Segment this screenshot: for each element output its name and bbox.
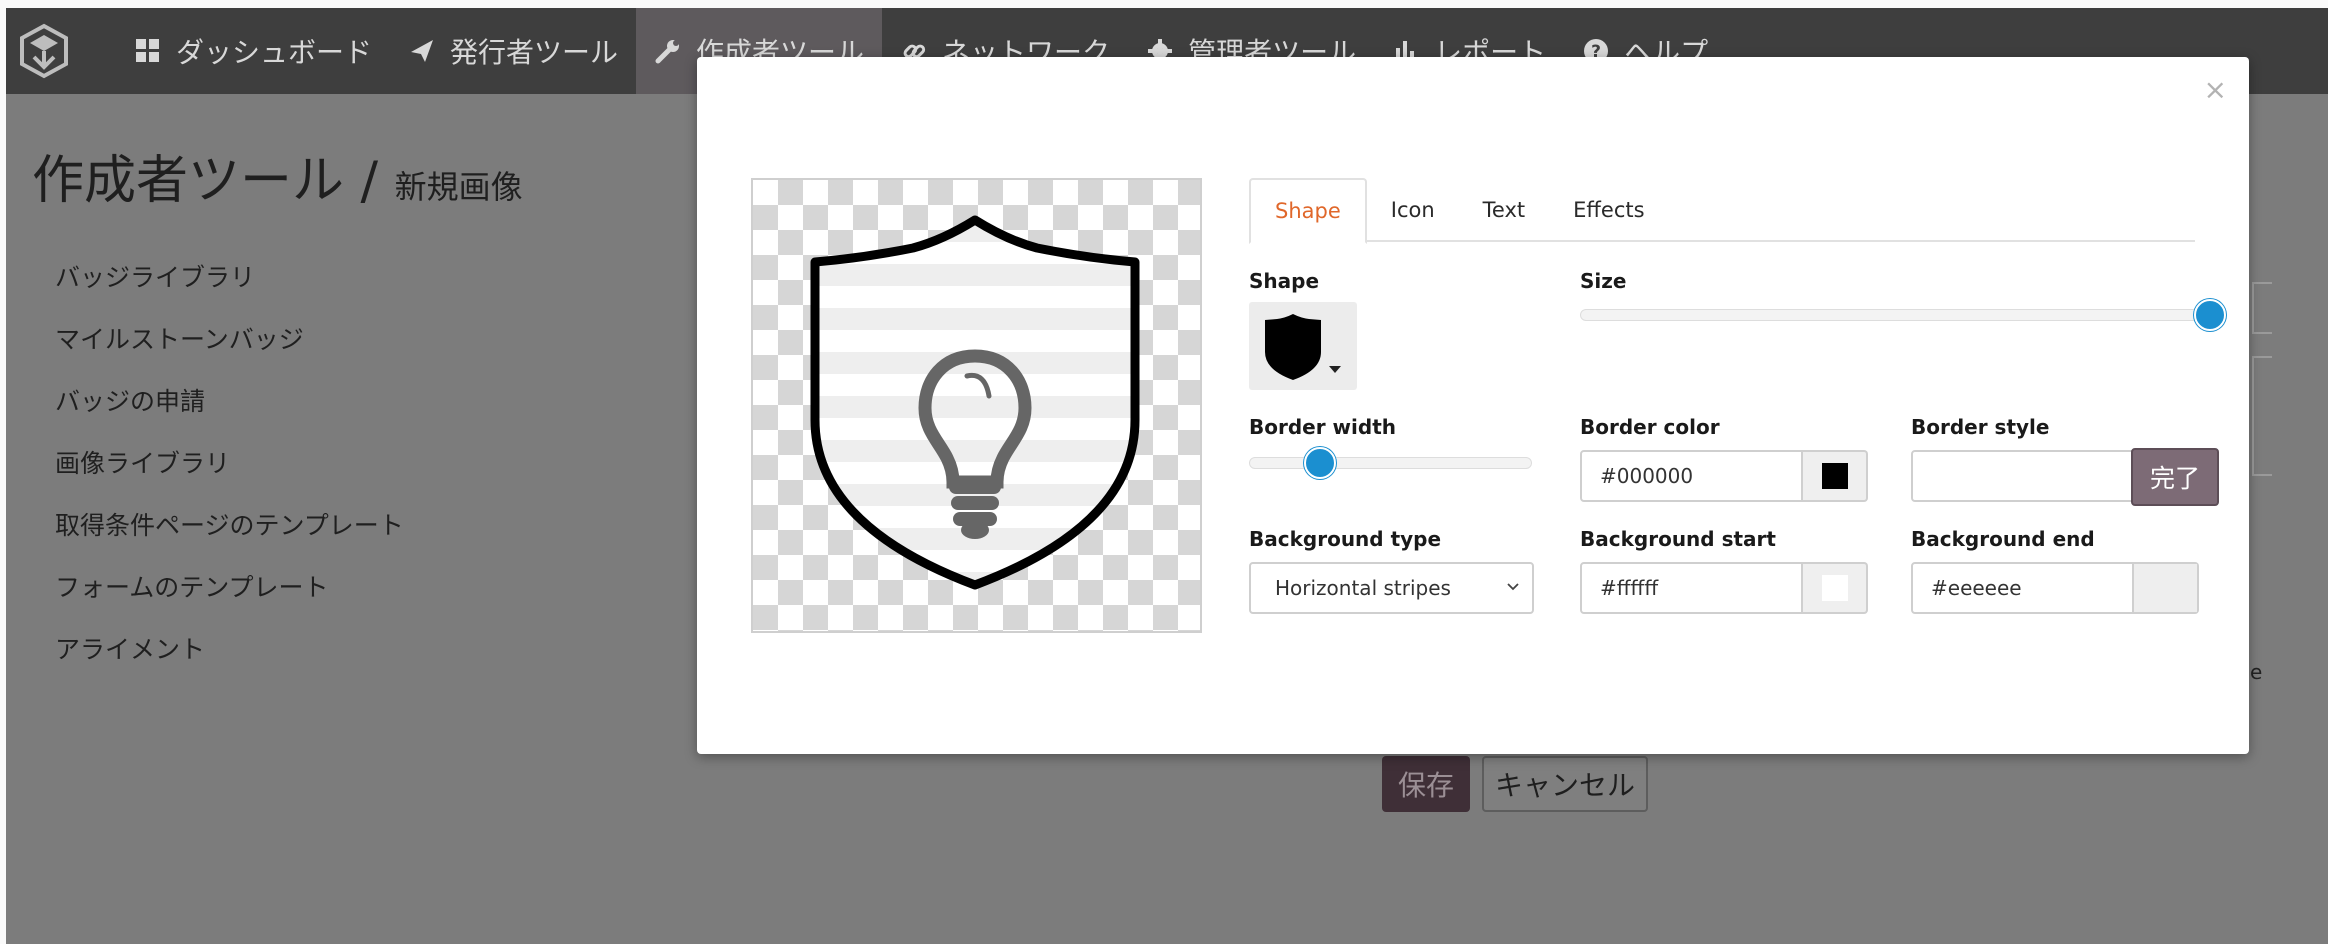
background-start-swatch-button[interactable] [1803, 562, 1868, 614]
shield-shape-icon [1265, 314, 1321, 380]
tab-effects[interactable]: Effects [1549, 178, 1668, 242]
page-subtitle: 新規画像 [394, 168, 523, 206]
side-menu-criteria-templates[interactable]: 取得条件ページのテンプレート [55, 506, 404, 568]
chevron-down-icon [1507, 583, 1519, 591]
size-label: Size [1580, 269, 1627, 293]
side-menu-badge-library[interactable]: バッジライブラリ [55, 258, 404, 320]
paper-plane-icon [408, 37, 436, 65]
background-textarea[interactable] [2252, 356, 2272, 476]
side-menu-badge-requests[interactable]: バッジの申請 [55, 382, 404, 444]
nav-dashboard[interactable]: ダッシュボード [116, 8, 390, 94]
border-style-label: Border style [1911, 415, 2050, 439]
border-color-input[interactable]: #000000 [1580, 450, 1803, 502]
background-type-select[interactable]: Horizontal stripes [1249, 562, 1534, 614]
background-type-label: Background type [1249, 527, 1442, 551]
border-width-label: Border width [1249, 415, 1397, 439]
border-color-swatch [1821, 463, 1848, 489]
tab-text[interactable]: Text [1459, 178, 1549, 242]
nav-issuer-tools-label: 発行者ツール [450, 36, 619, 69]
side-menu-form-templates[interactable]: フォームのテンプレート [55, 568, 404, 630]
done-button[interactable]: 完了 [2131, 448, 2219, 506]
tab-shape[interactable]: Shape [1249, 178, 1367, 244]
background-start-label: Background start [1580, 527, 1776, 551]
background-start-input[interactable]: #ffffff [1580, 562, 1803, 614]
page-title-main: 作成者ツール [32, 151, 345, 211]
close-icon[interactable]: × [2204, 73, 2227, 106]
nav-dashboard-label: ダッシュボード [176, 36, 373, 69]
tab-icon[interactable]: Icon [1367, 178, 1459, 242]
border-color-swatch-button[interactable] [1803, 450, 1868, 502]
background-partial-text: e [2250, 660, 2263, 684]
background-end-label: Background end [1911, 527, 2095, 551]
image-editor-modal: × Shape Icon Text Effects Shape Size Bor… [697, 57, 2249, 754]
page-title-separator: / [360, 151, 379, 211]
grid-icon [134, 37, 162, 65]
background-end-swatch-button[interactable] [2134, 562, 2199, 614]
shape-picker-button[interactable] [1249, 302, 1357, 390]
nav-issuer-tools[interactable]: 発行者ツール [390, 8, 636, 94]
background-type-value: Horizontal stripes [1275, 576, 1451, 600]
side-menu: バッジライブラリ マイルストーンバッジ バッジの申請 画像ライブラリ 取得条件ペ… [55, 258, 404, 692]
border-width-slider-track[interactable] [1249, 457, 1532, 469]
app-logo-icon[interactable] [6, 8, 82, 94]
size-slider-thumb[interactable] [2194, 299, 2226, 331]
badge-preview-canvas [751, 178, 1202, 633]
caret-down-icon [1329, 366, 1341, 373]
background-end-input[interactable]: #eeeeee [1911, 562, 2134, 614]
side-menu-milestone-badges[interactable]: マイルストーンバッジ [55, 320, 404, 382]
cancel-button[interactable]: キャンセル [1482, 756, 1648, 812]
page-title: 作成者ツール / 新規画像 [32, 138, 523, 213]
wrench-icon [654, 37, 682, 65]
shape-label: Shape [1249, 269, 1320, 293]
background-start-swatch [1821, 575, 1848, 601]
size-slider-track[interactable] [1580, 309, 2210, 321]
editor-tabs: Shape Icon Text Effects [1249, 178, 2195, 244]
background-end-swatch [2134, 564, 2197, 612]
side-menu-image-library[interactable]: 画像ライブラリ [55, 444, 404, 506]
side-menu-alignments[interactable]: アライメント [55, 630, 404, 692]
save-button[interactable]: 保存 [1382, 756, 1470, 812]
page-top-edge [0, 0, 2328, 8]
background-input-field[interactable] [2252, 282, 2272, 334]
border-color-label: Border color [1580, 415, 1720, 439]
page-left-edge [0, 0, 6, 944]
border-width-slider-thumb[interactable] [1303, 447, 1336, 479]
